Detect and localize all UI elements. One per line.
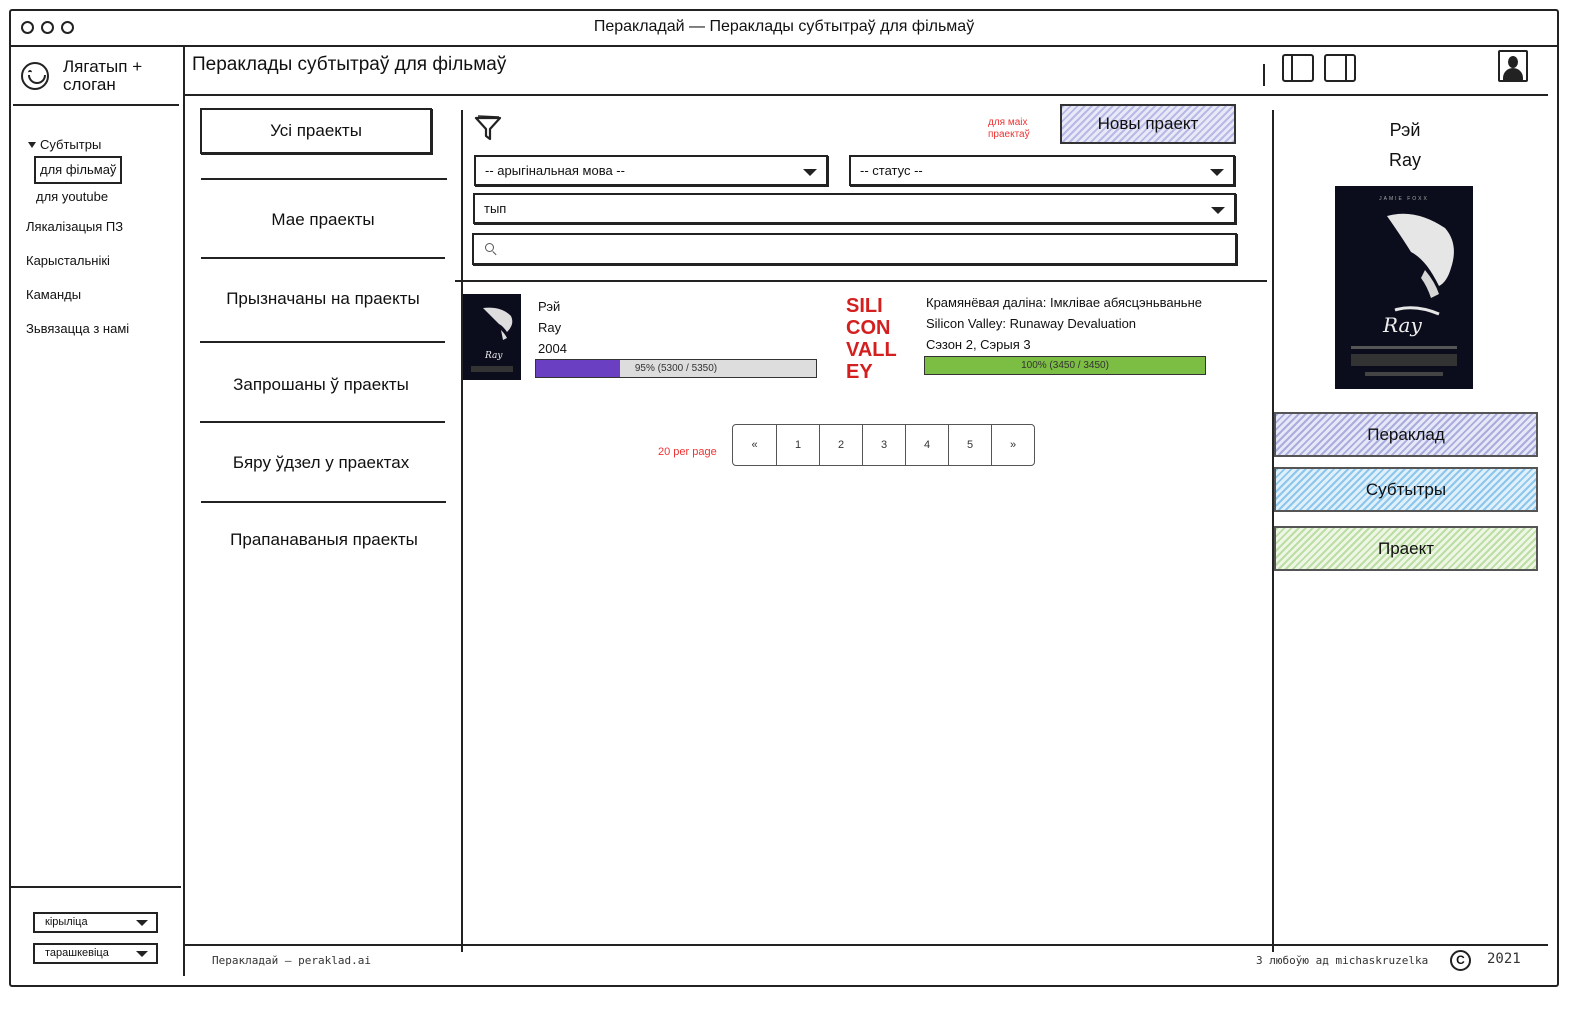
script-select[interactable]: кірыліца — [33, 912, 158, 933]
tab-all-projects[interactable]: Усі праекты — [200, 108, 432, 154]
footer-site: Перакладай — peraklad.ai — [212, 954, 371, 967]
copyright-icon: C — [1450, 950, 1471, 971]
search-input[interactable] — [472, 233, 1237, 265]
my-projects-note: для маіх праектаў — [988, 117, 1030, 140]
subtitles-button[interactable]: Субтытры — [1274, 467, 1538, 512]
search-icon — [485, 243, 494, 252]
page-button-3[interactable]: 3 — [862, 425, 905, 465]
translation-button[interactable]: Пераклад — [1274, 412, 1538, 457]
tab-my-projects[interactable]: Мае праекты — [200, 210, 446, 230]
toggle-right-panel-icon[interactable] — [1324, 54, 1356, 82]
page-button-5[interactable]: 5 — [948, 425, 991, 465]
chevron-down-icon — [1210, 169, 1224, 176]
filters-divider — [455, 280, 1267, 282]
tab-divider — [200, 341, 445, 343]
details-title-en: Ray — [1388, 150, 1421, 170]
footer-divider — [183, 944, 1548, 946]
project-title-be: Рэй — [538, 299, 561, 314]
progress-label: 95% (5300 / 5350) — [634, 363, 718, 374]
sidebar-group-subtitles[interactable]: Субтытры — [26, 134, 129, 156]
title-bar: Перакладай — Пераклады субтытраў для філ… — [11, 11, 1557, 47]
header-divider-line — [183, 94, 1548, 96]
project-title-be: Крамянёвая даліна: Імклівае абясцэньвань… — [926, 295, 1202, 310]
silicon-valley-poster-image[interactable]: SILI CON VALL EY — [846, 294, 904, 380]
logo-text: Лягатып + слоган — [63, 57, 143, 94]
tab-divider — [201, 501, 446, 503]
status-value: -- статус -- — [860, 163, 923, 178]
ray-poster-image[interactable]: Ray — [463, 294, 521, 380]
window-title: Перакладай — Пераклады субтытраў для філ… — [593, 18, 975, 35]
sidebar-item-films[interactable]: для фільмаў — [34, 156, 123, 184]
sidebar-item-users[interactable]: Карыстальнікі — [26, 244, 129, 278]
page-button-1[interactable]: 1 — [776, 425, 819, 465]
original-language-select[interactable]: -- арыгінальная мова -- — [474, 155, 828, 186]
project-title-en: Ray — [538, 320, 562, 335]
logo[interactable]: Лягатып + слоган — [21, 58, 163, 94]
sidebar-item-youtube[interactable]: для youtube — [36, 184, 129, 210]
project-title-en: Silicon Valley: Runaway Devaluation — [926, 316, 1137, 331]
svg-text:Ray: Ray — [1382, 313, 1422, 337]
sidebar: Лягатып + слоган Субтытры для фільмаў дл… — [11, 46, 185, 976]
sidebar-item-contact[interactable]: Зьвязацца з намі — [26, 312, 129, 346]
project-button[interactable]: Праект — [1274, 526, 1538, 571]
sidebar-item-teams[interactable]: Каманды — [26, 278, 129, 312]
tab-participating-projects[interactable]: Бяру ўдзел у праектах — [198, 453, 444, 473]
header-divider — [1263, 64, 1265, 86]
smiley-logo-icon — [21, 62, 49, 90]
new-project-button[interactable]: Новы праект — [1060, 104, 1236, 144]
progress-bar: 100% (3450 / 3450) — [924, 356, 1206, 375]
tab-divider — [201, 178, 447, 180]
orthography-select[interactable]: тарашкевіца — [33, 943, 158, 964]
project-card-ray[interactable]: Рэй Ray 2004 — [538, 296, 567, 359]
sidebar-bottom-divider — [11, 886, 181, 888]
svg-text:CON: CON — [846, 317, 890, 339]
type-select[interactable]: тып — [473, 193, 1236, 224]
filter-icon[interactable] — [474, 114, 502, 142]
footer-year: 2021 — [1487, 951, 1521, 967]
svg-text:JAMIE FOXX: JAMIE FOXX — [1379, 196, 1429, 202]
tab-assigned-projects[interactable]: Прызначаны на праекты — [200, 289, 446, 309]
details-poster-image: JAMIE FOXX Ray — [1335, 186, 1473, 389]
footer-credit: З любоўю ад michaskruzelka — [1256, 954, 1429, 967]
page-title: Пераклады субтытраў для фільмаў — [192, 54, 507, 75]
sidebar-nav: Субтытры для фільмаў для youtube Лякаліз… — [26, 134, 129, 346]
svg-text:EY: EY — [846, 361, 873, 380]
sidebar-item-software-localization[interactable]: Лякалізацыя ПЗ — [26, 210, 129, 244]
svg-text:Ray: Ray — [484, 351, 503, 361]
chevron-down-icon — [803, 169, 817, 176]
toggle-left-panel-icon[interactable] — [1282, 54, 1314, 82]
tab-divider — [201, 257, 445, 259]
per-page-selector[interactable]: 20 per page — [658, 446, 717, 458]
page-button-4[interactable]: 4 — [905, 425, 948, 465]
svg-text:VALL: VALL — [846, 339, 897, 361]
tab-proposed-projects[interactable]: Прапанаваныя праекты — [201, 530, 447, 550]
user-avatar-icon[interactable] — [1498, 50, 1528, 82]
page-first-button[interactable]: « — [733, 425, 776, 465]
page-button-2[interactable]: 2 — [819, 425, 862, 465]
type-value: тып — [484, 201, 507, 216]
progress-bar: 95% (5300 / 5350) — [535, 359, 817, 378]
details-title-be: Рэй — [1389, 120, 1421, 140]
tab-divider — [200, 421, 445, 423]
page-last-button[interactable]: » — [991, 425, 1034, 465]
chevron-down-icon — [1211, 207, 1225, 214]
project-meta: 2004 — [538, 341, 567, 356]
sidebar-divider — [13, 104, 179, 106]
project-card-silicon-valley[interactable]: Крамянёвая даліна: Імклівае абясцэньвань… — [926, 292, 1202, 355]
project-meta: Сэзон 2, Сэрыя 3 — [926, 337, 1031, 352]
original-language-value: -- арыгінальная мова -- — [485, 163, 625, 178]
tab-invited-projects[interactable]: Запрошаны ў праекты — [198, 375, 444, 395]
status-select[interactable]: -- статус -- — [849, 155, 1235, 186]
svg-text:SILI: SILI — [846, 295, 883, 317]
column-divider-left — [461, 110, 463, 952]
pagination: « 1 2 3 4 5 » — [732, 424, 1035, 466]
progress-label: 100% (3450 / 3450) — [1021, 360, 1109, 371]
